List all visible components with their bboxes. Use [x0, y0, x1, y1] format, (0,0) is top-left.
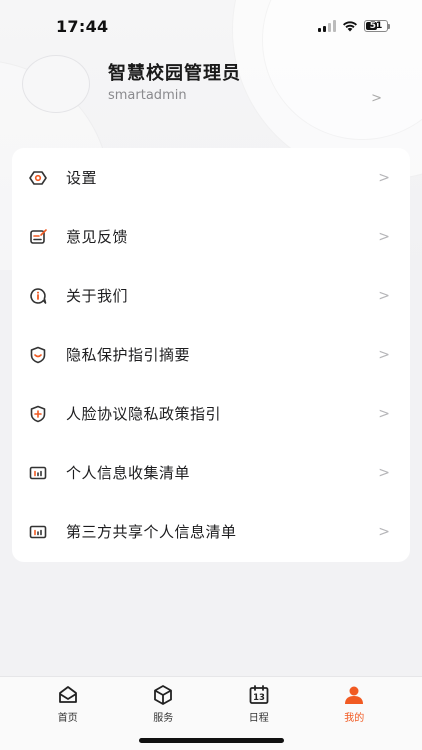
status-bar: 17:44 51 [0, 0, 422, 52]
menu-item-feedback[interactable]: 意见反馈 > [12, 207, 410, 266]
shield-plus-icon [28, 404, 48, 424]
battery-icon: 51 [364, 20, 390, 32]
list-chart-icon [28, 463, 48, 483]
feedback-icon [28, 227, 48, 247]
tab-label: 日程 [248, 713, 269, 724]
chevron-right-icon: > [378, 346, 390, 363]
calendar-day: 13 [253, 693, 265, 703]
chevron-right-icon: > [378, 287, 390, 304]
status-time: 17:44 [56, 16, 109, 36]
chevron-right-icon: > [378, 464, 390, 481]
tab-label: 首页 [57, 713, 78, 724]
menu-item-label: 关于我们 [66, 287, 129, 305]
battery-level: 51 [369, 21, 383, 31]
status-icons: 51 [318, 20, 390, 32]
menu-item-face-privacy[interactable]: 人脸协议隐私政策指引 > [12, 384, 410, 443]
menu-item-label: 第三方共享个人信息清单 [66, 523, 237, 541]
chevron-right-icon: > [378, 169, 390, 186]
wifi-icon [343, 21, 357, 32]
chevron-right-icon: > [378, 228, 390, 245]
chevron-right-icon: > [371, 91, 382, 106]
list-chart-icon [28, 522, 48, 542]
tab-label: 服务 [153, 713, 174, 724]
menu-item-label: 个人信息收集清单 [66, 464, 191, 482]
cube-icon [151, 683, 175, 707]
tab-mine[interactable]: 我的 [324, 683, 384, 750]
gear-hex-icon [28, 168, 48, 188]
shield-smile-icon [28, 345, 48, 365]
menu-item-label: 隐私保护指引摘要 [66, 346, 191, 364]
tab-label: 我的 [344, 713, 365, 724]
menu-item-about-us[interactable]: 关于我们 > [12, 266, 410, 325]
menu-item-third-party-sharing[interactable]: 第三方共享个人信息清单 > [12, 502, 410, 561]
person-icon [342, 683, 366, 707]
tab-home[interactable]: 首页 [38, 683, 98, 750]
chevron-right-icon: > [378, 523, 390, 540]
profile-header[interactable]: 智慧校园管理员 smartadmin > [22, 55, 400, 115]
calendar-icon: 13 [247, 683, 271, 707]
info-bubble-icon [28, 286, 48, 306]
menu-item-settings[interactable]: 设置 > [12, 148, 410, 207]
menu-item-label: 设置 [66, 169, 98, 187]
cellular-signal-icon [318, 20, 336, 32]
home-tray-icon [56, 683, 80, 707]
menu-item-label: 人脸协议隐私政策指引 [66, 405, 222, 423]
chevron-right-icon: > [378, 405, 390, 422]
menu-item-privacy-summary[interactable]: 隐私保护指引摘要 > [12, 325, 410, 384]
menu-item-personal-info-list[interactable]: 个人信息收集清单 > [12, 443, 410, 502]
profile-name: 智慧校园管理员 [108, 63, 241, 84]
avatar[interactable] [22, 55, 90, 113]
profile-account: smartadmin [108, 88, 187, 103]
home-indicator [139, 738, 284, 743]
menu-item-label: 意见反馈 [66, 228, 129, 246]
menu-card: 设置 > 意见反馈 > 关于我们 > 隐私保护指引摘要 > 人脸协议隐私政策指引… [12, 148, 410, 562]
